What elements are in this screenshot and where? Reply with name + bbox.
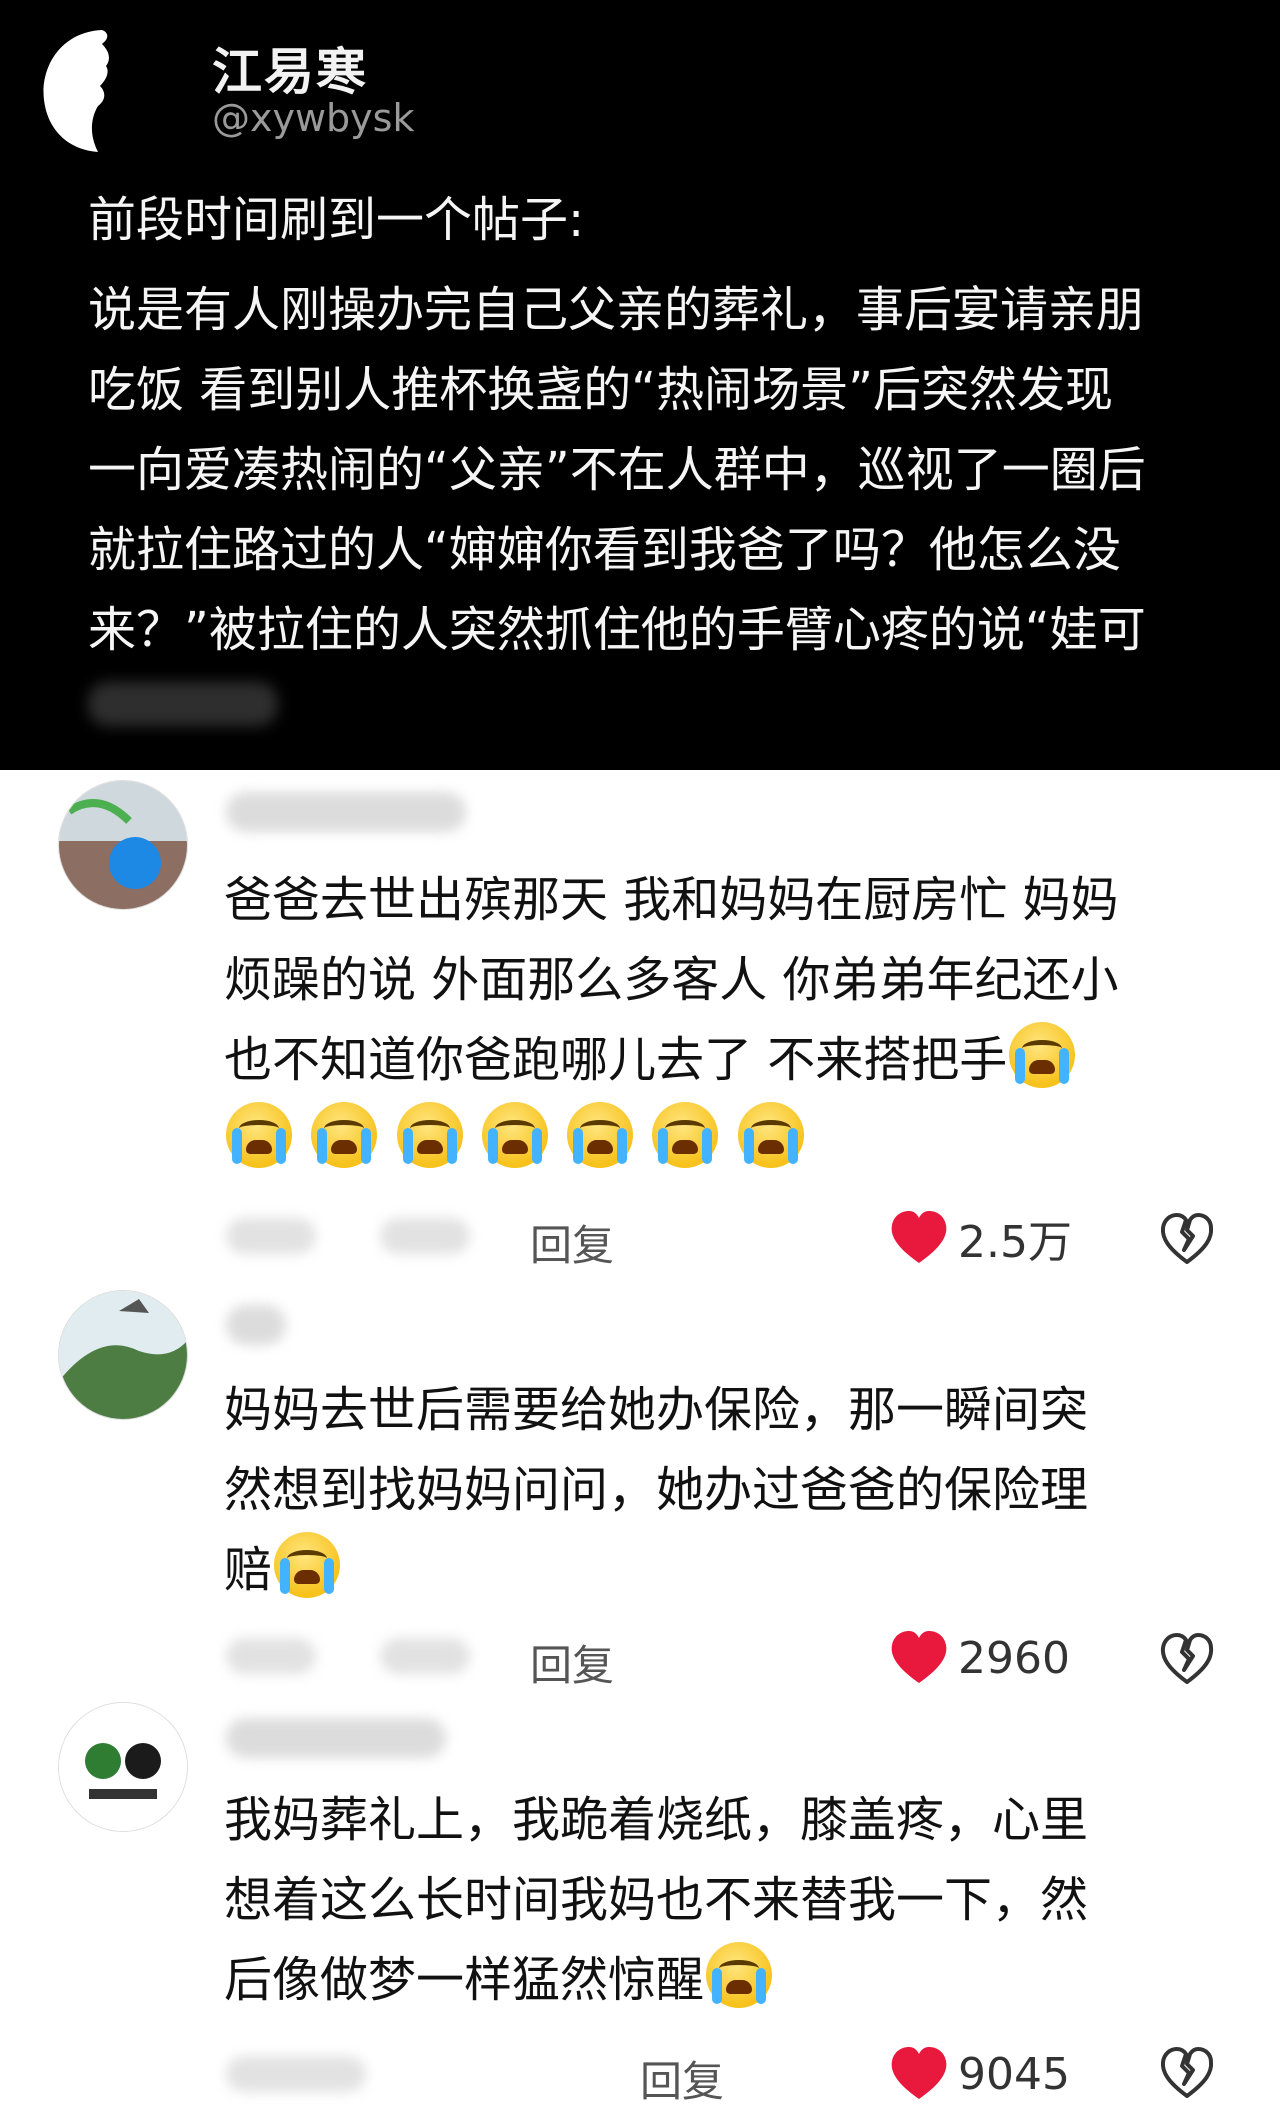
crying-emoji (567, 1102, 634, 1168)
crying-emoji (706, 1942, 773, 2008)
like-count: 9045 (958, 2048, 1070, 2100)
crying-emoji (1009, 1022, 1076, 1088)
like-count: 2.5万 (958, 1217, 1072, 1268)
comment: 我妈葬礼上，我跪着烧纸，膝盖疼，心里 想着这么长时间我妈也不来替我一下，然 后像… (0, 1700, 1280, 2116)
post-line: 说是有人刚操办完自己父亲的葬礼，事后宴请亲朋 (88, 282, 1145, 338)
comment-line-3: 后像做梦一样猛然惊醒 (224, 1940, 1234, 2020)
comment-line: 也不知道你爸跑哪儿去了 不来搭把手 (224, 1032, 1008, 1088)
crying-emoji (274, 1532, 341, 1598)
post-body: 前段时间刷到一个帖子: 说是有人刚操办完自己父亲的葬礼，事后宴请亲朋 吃饭 看到… (88, 180, 1218, 726)
location-blurred (380, 1638, 470, 1674)
post-line: 就拉住路过的人“婶婶你看到我爸了吗？他怎么没 (88, 522, 1121, 578)
author-name[interactable]: 江易寒 (212, 32, 368, 104)
comment-line: 赔 (224, 1542, 273, 1598)
comment-line: 我妈葬礼上，我跪着烧纸，膝盖疼，心里 (224, 1792, 1089, 1848)
blurred-text (88, 682, 278, 726)
crying-emoji (652, 1102, 719, 1168)
timestamp-blurred (226, 1218, 316, 1254)
like-button[interactable]: 2960 (890, 1628, 1070, 1688)
comment-line: 后像做梦一样猛然惊醒 (224, 1952, 705, 2008)
comment-line-3: 赔 (224, 1530, 1234, 1610)
comment-line: 妈妈去世后需要给她办保险，那一瞬间突 (224, 1382, 1089, 1438)
crying-emoji (737, 1102, 804, 1168)
commenter-avatar[interactable] (58, 1290, 188, 1420)
commenter-avatar[interactable] (58, 780, 188, 910)
comment: 爸爸去世出殡那天 我和妈妈在厨房忙 妈妈 烦躁的说 外面那么多客人 你弟弟年纪还… (0, 770, 1280, 1270)
heart-icon (891, 1211, 947, 1263)
comment-text: 爸爸去世出殡那天 我和妈妈在厨房忙 妈妈 烦躁的说 外面那么多客人 你弟弟年纪还… (224, 860, 1234, 1180)
like-button[interactable]: 9045 (890, 2044, 1070, 2104)
dislike-icon[interactable] (1160, 2046, 1214, 2100)
comment-line: 爸爸去世出殡那天 我和妈妈在厨房忙 妈妈 (224, 872, 1119, 928)
comment: 妈妈去世后需要给她办保险，那一瞬间突 然想到找妈妈问问，她办过爸爸的保险理 赔 … (0, 1285, 1280, 1695)
comment-line: 想着这么长时间我妈也不来替我一下，然 (224, 1872, 1089, 1928)
heart-icon (891, 2047, 947, 2099)
location-blurred (380, 1218, 470, 1254)
reply-button[interactable]: 回复 (530, 1632, 614, 1693)
comment-text: 我妈葬礼上，我跪着烧纸，膝盖疼，心里 想着这么长时间我妈也不来替我一下，然 后像… (224, 1780, 1234, 2020)
heart-icon (891, 1631, 947, 1683)
dislike-icon[interactable] (1160, 1212, 1214, 1266)
comment-line: 烦躁的说 外面那么多客人 你弟弟年纪还小 (224, 952, 1119, 1008)
crying-emoji (396, 1102, 463, 1168)
username-blurred (226, 1305, 286, 1345)
post-card: 江易寒 @xywbysk 前段时间刷到一个帖子: 说是有人刚操办完自己父亲的葬礼… (0, 0, 1280, 770)
crying-emoji (226, 1102, 292, 1168)
username-blurred (226, 1718, 446, 1758)
comment-line: 然想到找妈妈问问，她办过爸爸的保险理 (224, 1462, 1089, 1518)
crying-emoji (481, 1102, 548, 1168)
timestamp-blurred (226, 2056, 366, 2092)
post-line: 吃饭 看到别人推杯换盏的“热闹场景”后突然发现 (88, 362, 1113, 418)
timestamp-blurred (226, 1638, 316, 1674)
reply-button[interactable]: 回复 (640, 2048, 724, 2109)
username-blurred (226, 792, 466, 832)
commenter-avatar[interactable] (58, 1702, 188, 1832)
post-line: 一向爱凑热闹的“父亲”不在人群中，巡视了一圈后 (88, 442, 1146, 498)
reply-button[interactable]: 回复 (530, 1212, 614, 1273)
author-handle: @xywbysk (212, 96, 415, 140)
author-avatar-silhouette[interactable] (40, 28, 140, 158)
like-button[interactable]: 2.5万 (890, 1208, 1072, 1268)
crying-emoji (311, 1102, 378, 1168)
emoji-row (224, 1100, 1234, 1180)
post-lead: 前段时间刷到一个帖子: (88, 192, 585, 248)
dislike-icon[interactable] (1160, 1632, 1214, 1686)
comment-text: 妈妈去世后需要给她办保险，那一瞬间突 然想到找妈妈问问，她办过爸爸的保险理 赔 (224, 1370, 1234, 1610)
post-line: 来？”被拉住的人突然抓住他的手臂心疼的说“娃可 (88, 602, 1146, 658)
comment-line-3: 也不知道你爸跑哪儿去了 不来搭把手 (224, 1020, 1234, 1100)
like-count: 2960 (958, 1632, 1070, 1684)
